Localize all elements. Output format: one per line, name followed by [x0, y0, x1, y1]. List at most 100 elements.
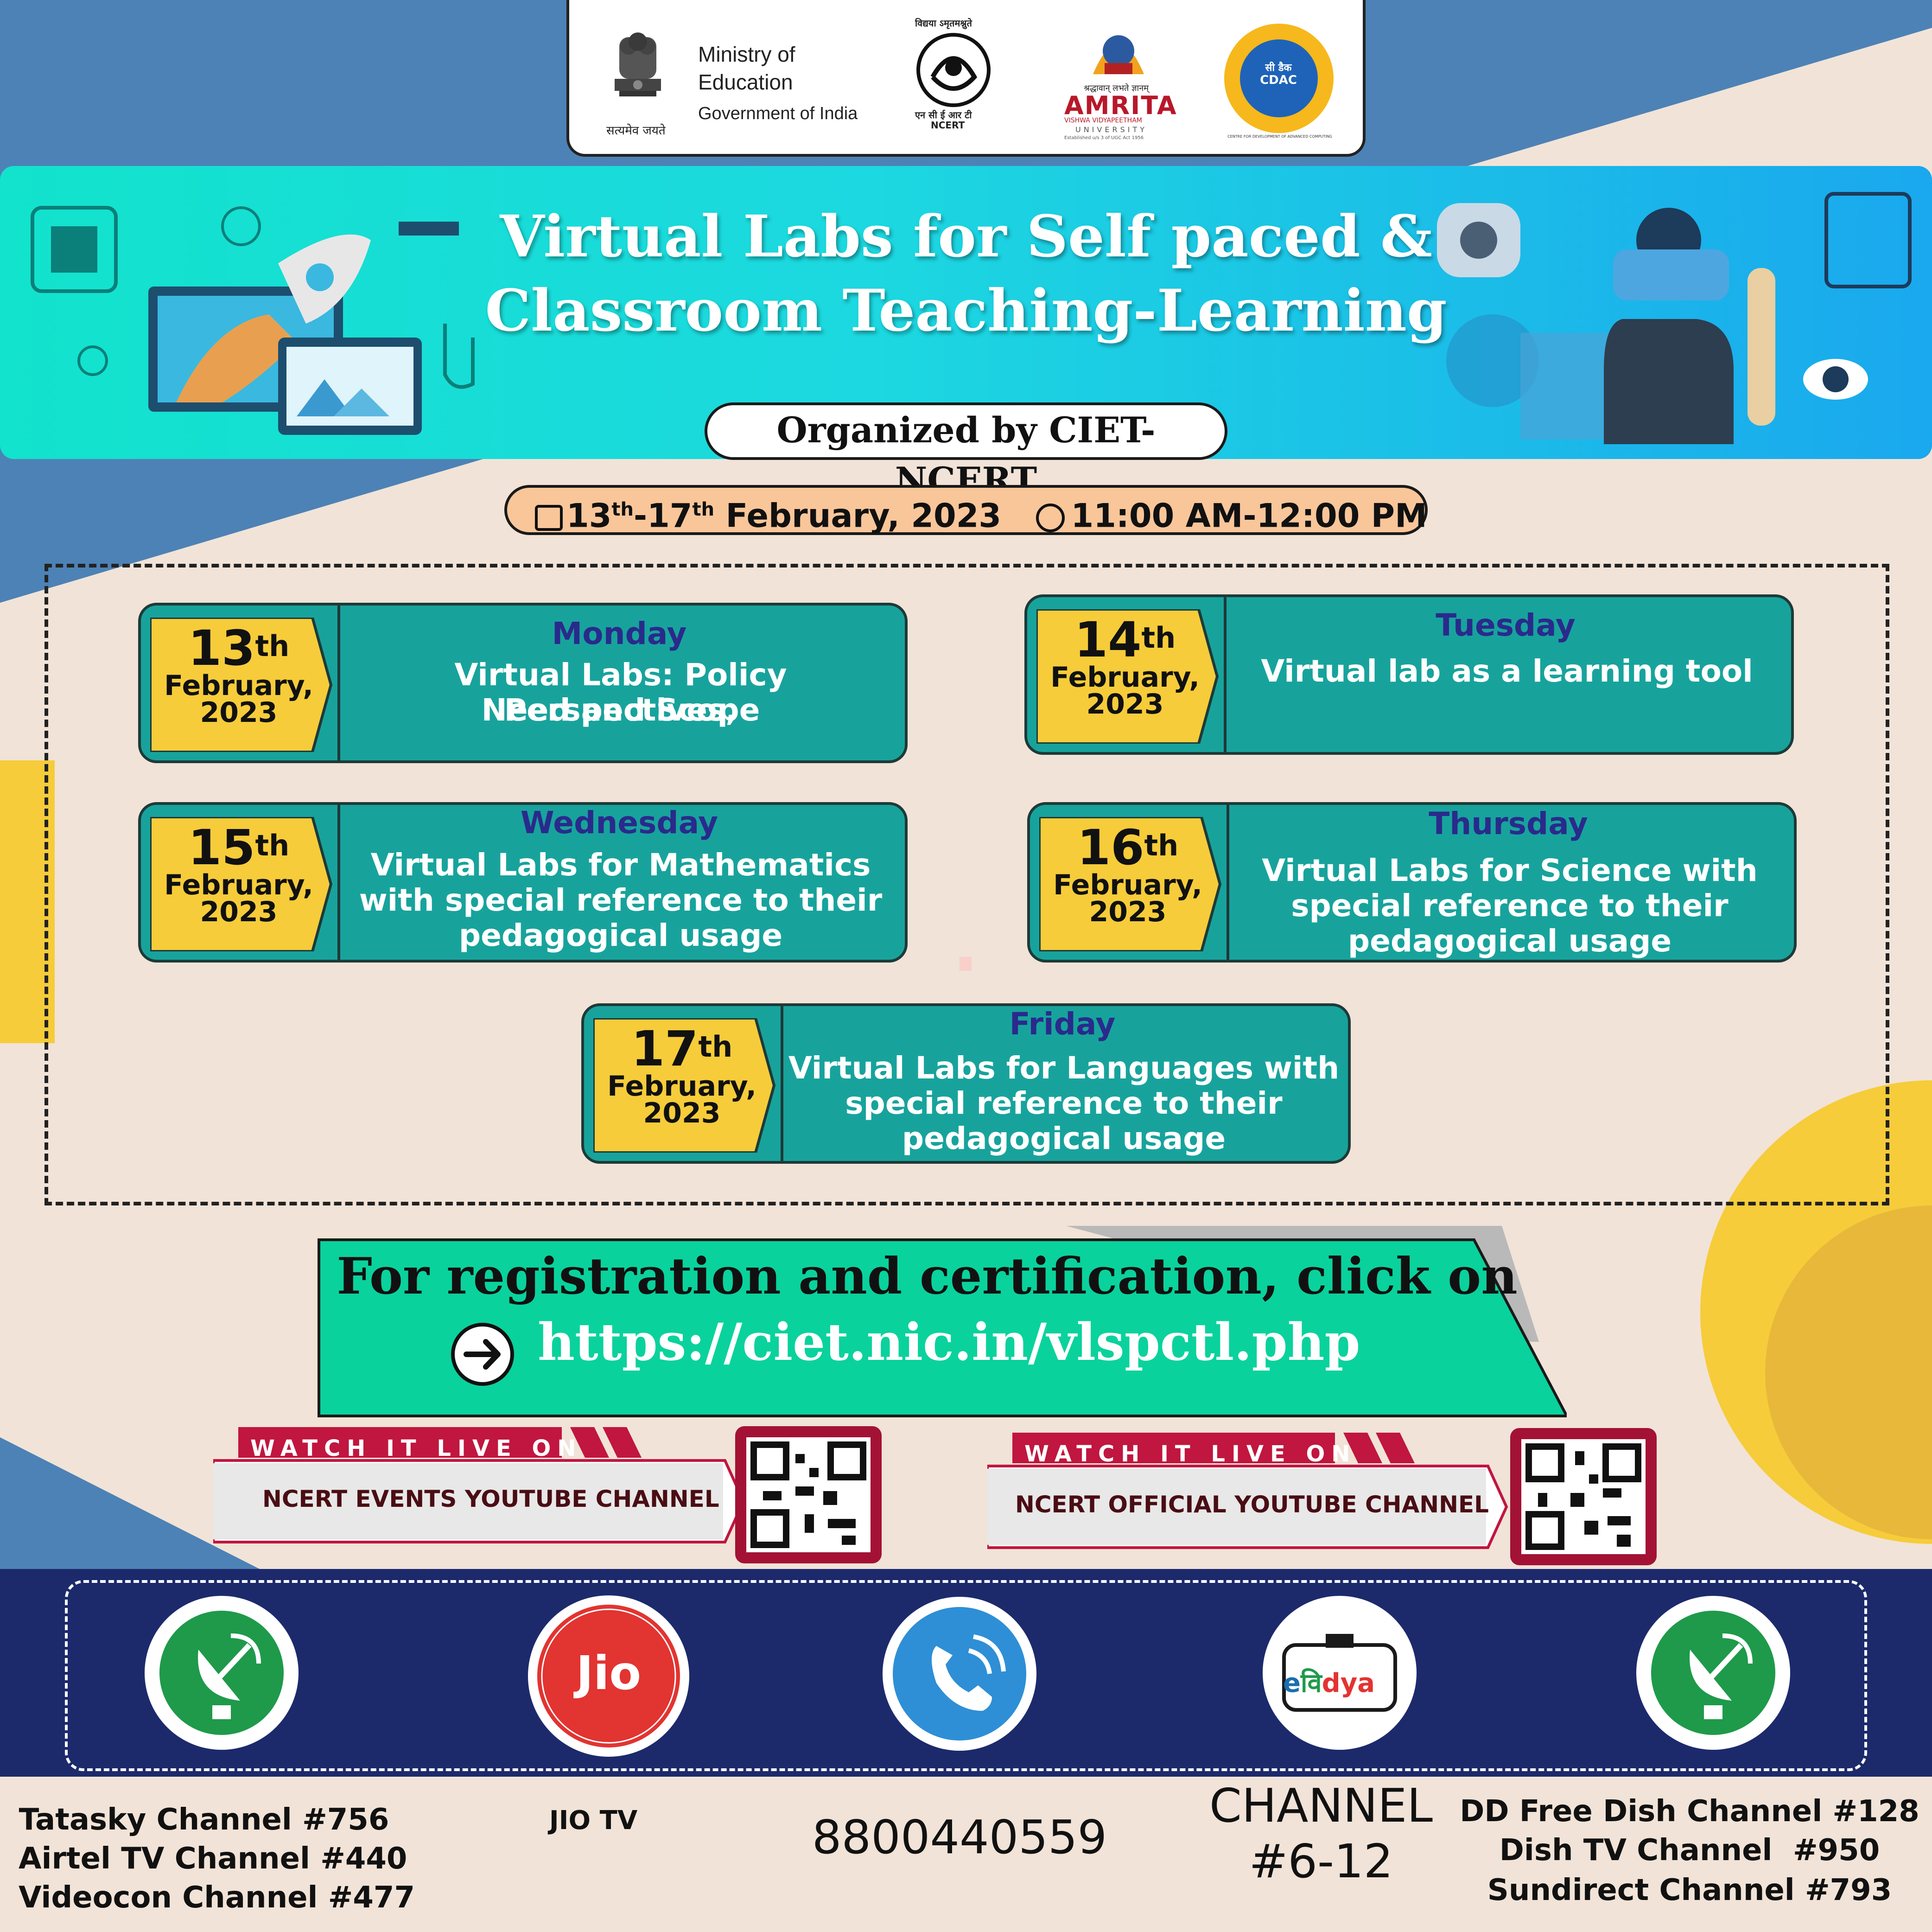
session-topic-line3: pedagogical usage — [1347, 923, 1672, 959]
session-time: 11:00 AM-12:00 PM — [1071, 497, 1427, 535]
cdac-hindi: सी डैक — [1265, 62, 1292, 74]
session-day: 17 — [631, 1020, 699, 1077]
session-card-thursday: 16th February, 2023 Thursday Virtual Lab… — [1027, 802, 1797, 963]
evidya-vi: वि — [1300, 1668, 1322, 1698]
videocon-channel: Videocon Channel #477 — [19, 1881, 415, 1915]
session-year: 2023 — [200, 696, 278, 729]
session-month: February, — [164, 869, 313, 901]
cdac-short: CDAC — [1260, 73, 1297, 87]
sundirect-channel: Sundirect Channel #793 — [1487, 1873, 1892, 1907]
session-topic-line2: Need and Scope — [481, 692, 760, 728]
phone-call-icon[interactable] — [881, 1595, 1038, 1753]
session-topic-line2: special reference to their — [845, 1085, 1283, 1121]
youtube-channel-name[interactable]: NCERT OFFICIAL YOUTUBE CHANNEL — [1015, 1491, 1489, 1518]
session-year: 2023 — [1086, 688, 1164, 721]
session-day: 14 — [1074, 612, 1142, 668]
session-topic-line1: Virtual Labs for Languages with — [788, 1050, 1340, 1086]
date-end-sup: th — [692, 499, 715, 520]
qr-code-icon[interactable] — [735, 1426, 882, 1563]
jio-logo-text: Jio — [576, 1646, 642, 1700]
session-date: 15th February, 2023 — [158, 823, 320, 928]
session-weekday: Monday — [552, 616, 687, 651]
calendar-icon — [535, 505, 563, 531]
airtel-channel: Airtel TV Channel #440 — [19, 1842, 407, 1876]
channel-label: CHANNEL — [1209, 1779, 1433, 1833]
jio-tv-label: JIO TV — [549, 1805, 638, 1836]
youtube-channel-name[interactable]: NCERT EVENTS YOUTUBE CHANNEL — [262, 1486, 719, 1512]
cdac-ring-text: CENTRE FOR DEVELOPMENT OF ADVANCED COMPU… — [1227, 134, 1332, 139]
session-topic-line2: with special reference to their — [359, 882, 883, 918]
arrow-right-circle-icon[interactable] — [449, 1320, 516, 1388]
session-date: 16th February, 2023 — [1047, 823, 1209, 928]
session-year: 2023 — [1089, 896, 1167, 928]
session-day: 13 — [188, 620, 255, 676]
session-day-sup: th — [1144, 829, 1179, 862]
amrita-name: AMRITA — [1064, 91, 1177, 120]
session-weekday: Wednesday — [520, 805, 718, 841]
amrita-logo-icon — [1093, 35, 1144, 74]
date-time-pill: 13th-17th February, 2023 11:00 AM-12:00 … — [504, 485, 1428, 535]
registration-link[interactable]: https://ciet.nic.in/vlspctl.php — [538, 1312, 1360, 1372]
session-day: 15 — [188, 819, 255, 876]
amrita-sub: VISHWA VIDYAPEETHAM — [1064, 117, 1142, 124]
session-day: 16 — [1077, 819, 1144, 876]
session-year: 2023 — [643, 1097, 721, 1129]
watch-live-label: WATCH IT LIVE ON — [1024, 1441, 1357, 1467]
session-date: 13th February, 2023 — [158, 624, 320, 729]
session-date: 17th February, 2023 — [601, 1025, 763, 1127]
amrita-est: Established u/s 3 of UGC Act 1956 — [1064, 135, 1144, 140]
emblem-motto: सत्यमेव जयते — [606, 124, 666, 138]
session-month: February, — [607, 1070, 756, 1103]
session-month: February, — [164, 670, 313, 702]
session-day-sup: th — [698, 1030, 733, 1064]
session-topic-line1: Virtual lab as a learning tool — [1261, 653, 1753, 689]
session-card-wednesday: 15th February, 2023 Wednesday Virtual La… — [138, 802, 908, 963]
date-start: 13 — [566, 497, 612, 535]
ncert-hindi: एन सी ई आर टी — [915, 109, 972, 121]
date-dash: -17 — [634, 497, 693, 535]
dishtv-channel: Dish TV Channel #950 — [1499, 1833, 1880, 1868]
ncert-logo-icon — [916, 33, 991, 107]
ncert-name: NCERT — [931, 120, 965, 131]
amrita-university: UNIVERSITY — [1075, 125, 1147, 134]
ministry-line3: Government of India — [698, 104, 858, 123]
satellite-dish-icon[interactable] — [143, 1594, 300, 1752]
organized-by-pill: Organized by CIET-NCERT — [705, 402, 1227, 501]
session-month: February, — [1053, 869, 1202, 901]
session-card-monday: 13th February, 2023 Monday Virtual Labs:… — [138, 603, 908, 763]
session-topic-line1: Virtual Labs for Mathematics — [370, 847, 871, 883]
session-topic-line3: pedagogical usage — [902, 1121, 1226, 1156]
registration-text: For registration and certification, clic… — [337, 1247, 1518, 1306]
session-weekday: Tuesday — [1436, 607, 1576, 643]
session-year: 2023 — [200, 896, 278, 928]
evidya-dya: dya — [1322, 1668, 1375, 1698]
tatasky-channel: Tatasky Channel #756 — [19, 1803, 389, 1837]
evidya-e: e — [1283, 1668, 1301, 1698]
ncert-motto: विद्यया ऽमृतमश्नुते — [915, 18, 972, 29]
ministry-line1: Ministry of — [698, 42, 795, 66]
channel-range: #6-12 — [1249, 1834, 1393, 1888]
session-weekday: Thursday — [1429, 806, 1588, 842]
logo-bar: सत्यमेव जयते Ministry of Education Gover… — [566, 0, 1366, 157]
session-card-friday: 17th February, 2023 Friday Virtual Labs … — [581, 1003, 1351, 1164]
session-date: 14th February, 2023 — [1044, 616, 1206, 718]
session-card-tuesday: 14th February, 2023 Tuesday Virtual lab … — [1024, 594, 1794, 755]
phone-number[interactable]: 8800440559 — [751, 1810, 1168, 1864]
session-weekday: Friday — [1009, 1006, 1116, 1042]
national-emblem-icon — [615, 32, 661, 96]
evidya-logo-text: eविdya — [1283, 1664, 1375, 1700]
ministry-line2: Education — [698, 70, 793, 94]
session-day-sup: th — [1141, 621, 1176, 655]
clock-icon — [1036, 504, 1065, 533]
qr-code-icon[interactable] — [1510, 1428, 1657, 1565]
session-topic-line2: special reference to their — [1291, 888, 1729, 924]
date-start-sup: th — [611, 499, 634, 520]
session-day-sup: th — [255, 629, 290, 663]
date-rest: February, 2023 — [714, 497, 1002, 535]
session-month: February, — [1050, 661, 1200, 694]
ddfree-channel: DD Free Dish Channel #128 — [1460, 1794, 1919, 1829]
session-topic-line3: pedagogical usage — [458, 918, 783, 953]
session-topic-line1: Virtual Labs for Science with — [1262, 853, 1758, 888]
session-day-sup: th — [255, 829, 290, 862]
satellite-dish-icon[interactable] — [1634, 1594, 1792, 1752]
